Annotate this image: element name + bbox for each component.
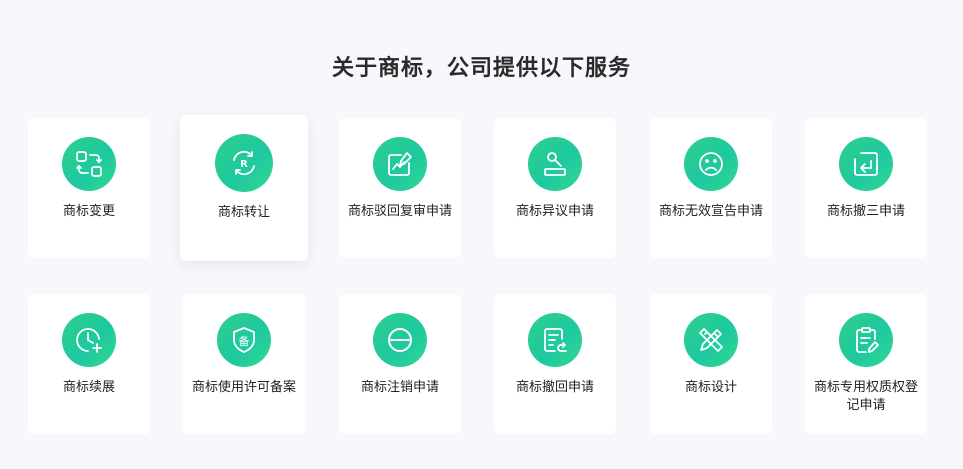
sad-face-icon (684, 137, 738, 191)
pencil-ruler-icon (684, 313, 738, 367)
service-card-rejection-review[interactable]: 商标驳回复审申请 (339, 118, 461, 258)
service-card-renewal[interactable]: 商标续展 (28, 294, 150, 434)
service-card-invalidation[interactable]: 商标无效宣告申请 (650, 118, 772, 258)
service-card-license-filing[interactable]: 备 商标使用许可备案 (183, 294, 305, 434)
service-label: 商标驳回复审申请 (347, 204, 452, 219)
service-card-design[interactable]: 商标设计 (650, 294, 772, 434)
minus-circle-icon (373, 313, 427, 367)
registered-cycle-icon: R (215, 134, 273, 192)
service-card-opposition[interactable]: 商标异议申请 (494, 118, 616, 258)
service-label: 商标撤回申请 (515, 380, 594, 395)
gavel-icon (528, 137, 582, 191)
svg-text:备: 备 (239, 334, 250, 348)
return-arrow-icon (839, 137, 893, 191)
chart-edit-icon (373, 137, 427, 191)
services-page: 关于商标，公司提供以下服务 商标变更 R 商标转让 商标驳回复审申请 商标异议申… (0, 0, 963, 469)
clipboard-edit-icon (839, 313, 893, 367)
service-card-withdrawal[interactable]: 商标撤回申请 (494, 294, 616, 434)
service-label: 商标转让 (217, 205, 270, 220)
service-label: 商标设计 (684, 380, 737, 395)
service-card-transfer[interactable]: R 商标转让 (180, 115, 308, 261)
service-label: 商标续展 (62, 380, 115, 395)
service-label: 商标无效宣告申请 (658, 204, 763, 219)
service-label: 商标变更 (62, 204, 115, 219)
clock-plus-icon (62, 313, 116, 367)
service-label: 商标使用许可备案 (191, 380, 296, 395)
service-card-pledge-registration[interactable]: 商标专用权质权登记申请 (805, 294, 927, 434)
page-title: 关于商标，公司提供以下服务 (331, 56, 631, 81)
shield-record-icon: 备 (217, 313, 271, 367)
service-card-change[interactable]: 商标变更 (28, 118, 150, 258)
document-return-icon (528, 313, 582, 367)
service-label: 商标注销申请 (360, 380, 439, 395)
svg-text:R: R (240, 159, 248, 170)
service-card-non-use-cancellation[interactable]: 商标撤三申请 (805, 118, 927, 258)
service-label: 商标异议申请 (515, 204, 594, 219)
service-card-deregistration[interactable]: 商标注销申请 (339, 294, 461, 434)
service-label: 商标撤三申请 (826, 204, 905, 219)
service-label: 商标专用权质权登记申请 (813, 380, 918, 413)
transfer-squares-icon (62, 137, 116, 191)
